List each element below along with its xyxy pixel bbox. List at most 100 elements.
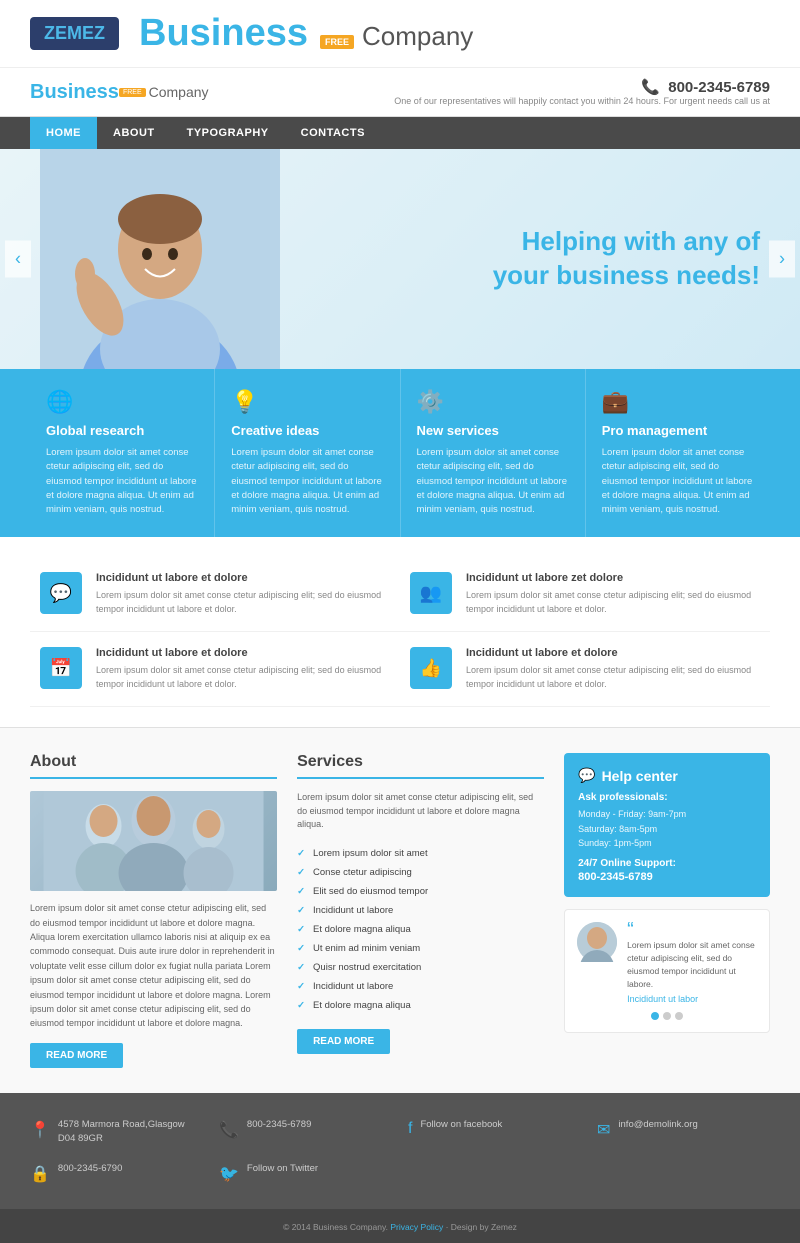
hero-person-image <box>40 149 280 369</box>
testimonial-dots <box>577 1012 757 1020</box>
footer-phone2: 800-2345-6790 <box>58 1162 122 1176</box>
help-subtitle: Ask professionals: <box>578 792 756 803</box>
feature-text-4: Lorem ipsum dolor sit amet conse ctetur … <box>602 446 754 517</box>
services-read-more-button[interactable]: READ MORE <box>297 1029 390 1054</box>
list-item: Et dolore magna aliqua <box>297 920 544 939</box>
feature-title-4: Pro management <box>602 423 754 438</box>
list-item: Et dolore magna aliqua <box>297 996 544 1015</box>
about-image <box>30 791 277 891</box>
list-item: Lorem ipsum dolor sit amet <box>297 844 544 863</box>
help-support-title: 24/7 Online Support: <box>578 858 756 869</box>
thumbsup-icon: 👍 <box>410 647 452 689</box>
hero-section: ‹ Helping with any ofyour business needs… <box>0 149 800 369</box>
nav-home[interactable]: HOME <box>30 117 97 149</box>
service-title-4: Incididunt ut labore et dolore <box>466 647 760 659</box>
footer-twitter-item[interactable]: 🐦 Follow on Twitter <box>219 1162 392 1184</box>
service-title-1: Incididunt ut labore et dolore <box>96 572 390 584</box>
main-content-section: About Lorem ipsum dolor sit amet conse c… <box>0 728 800 1093</box>
service-content-3: Incididunt ut labore et dolore Lorem ips… <box>96 647 390 691</box>
feature-text-3: Lorem ipsum dolor sit amet conse ctetur … <box>417 446 569 517</box>
about-text: Lorem ipsum dolor sit amet conse ctetur … <box>30 901 277 1031</box>
footer-email: info@demolink.org <box>618 1118 697 1132</box>
nav-typography[interactable]: TYPOGRAPHY <box>171 117 285 149</box>
feature-global-research: 🌐 Global research Lorem ipsum dolor sit … <box>30 369 215 537</box>
service-content-4: Incididunt ut labore et dolore Lorem ips… <box>466 647 760 691</box>
about-column: About Lorem ipsum dolor sit amet conse c… <box>30 753 297 1068</box>
footer-twitter: Follow on Twitter <box>247 1162 318 1176</box>
about-read-more-button[interactable]: READ MORE <box>30 1043 123 1068</box>
globe-icon: 🌐 <box>46 389 198 415</box>
testimonial-link[interactable]: Incididunt ut labor <box>627 994 757 1004</box>
header-logo: Business FREE Company <box>30 81 209 104</box>
list-item: Incididunt ut labore <box>297 977 544 996</box>
testimonial-avatar <box>577 922 617 962</box>
zemez-logo[interactable]: ZEMEZ <box>30 17 119 50</box>
help-center-card: 💬 Help center Ask professionals: Monday … <box>564 753 770 897</box>
footer-phone-icon-1: 📞 <box>219 1120 239 1140</box>
gear-icon: ⚙️ <box>417 389 569 415</box>
footer-copyright: © 2014 Business Company. Privacy Policy … <box>283 1222 517 1232</box>
facebook-icon: f <box>408 1120 412 1138</box>
list-item: Ut enim ad minim veniam <box>297 939 544 958</box>
dot-1[interactable] <box>651 1012 659 1020</box>
header-tagline: One of our representatives will happily … <box>394 96 770 106</box>
footer-grid: 📍 4578 Marmora Road,Glasgow D04 89GR 📞 8… <box>30 1118 770 1185</box>
service-item-2: 👥 Incididunt ut labore zet dolore Lorem … <box>400 557 770 632</box>
service-item-4: 👍 Incididunt ut labore et dolore Lorem i… <box>400 632 770 707</box>
phone-icon: 📞 <box>641 79 660 96</box>
about-title: About <box>30 753 277 779</box>
bulb-icon: 💡 <box>231 389 383 415</box>
features-section: 🌐 Global research Lorem ipsum dolor sit … <box>0 369 800 537</box>
testimonial-text: Lorem ipsum dolor sit amet conse ctetur … <box>627 939 757 990</box>
header-phone: 📞 800-2345-6789 <box>394 78 770 96</box>
service-item-3: 📅 Incididunt ut labore et dolore Lorem i… <box>30 632 400 707</box>
chat-bubble-icon: 💬 <box>578 767 595 784</box>
footer-facebook: Follow on facebook <box>420 1118 502 1132</box>
header-free-badge: FREE <box>119 88 146 97</box>
footer-address-item: 📍 4578 Marmora Road,Glasgow D04 89GR <box>30 1118 203 1147</box>
services-intro: Lorem ipsum dolor sit amet conse ctetur … <box>297 791 544 832</box>
main-nav: HOME ABOUT TYPOGRAPHY CONTACTS <box>0 117 800 149</box>
service-text-4: Lorem ipsum dolor sit amet conse ctetur … <box>466 664 760 691</box>
service-text-3: Lorem ipsum dolor sit amet conse ctetur … <box>96 664 390 691</box>
service-icons-section: 💬 Incididunt ut labore et dolore Lorem i… <box>0 537 800 727</box>
dot-2[interactable] <box>663 1012 671 1020</box>
services-list: Lorem ipsum dolor sit amet Conse ctetur … <box>297 844 544 1015</box>
feature-title-2: Creative ideas <box>231 423 383 438</box>
footer-bottom: © 2014 Business Company. Privacy Policy … <box>0 1209 800 1243</box>
nav-contacts[interactable]: CONTACTS <box>285 117 381 149</box>
help-center-title: 💬 Help center <box>578 767 756 784</box>
services-title: Services <box>297 753 544 779</box>
hero-next-button[interactable]: › <box>769 241 795 278</box>
feature-title-1: Global research <box>46 423 198 438</box>
zemez-logo-text: ZEMEZ <box>44 23 105 43</box>
header-logo-text: Business <box>30 81 119 104</box>
service-title-2: Incididunt ut labore zet dolore <box>466 572 760 584</box>
feature-creative-ideas: 💡 Creative ideas Lorem ipsum dolor sit a… <box>215 369 400 537</box>
feature-pro-management: 💼 Pro management Lorem ipsum dolor sit a… <box>586 369 770 537</box>
help-hours: Monday - Friday: 9am-7pmSaturday: 8am-5p… <box>578 807 756 850</box>
calendar-icon: 📅 <box>40 647 82 689</box>
footer-phone-icon-2: 🔒 <box>30 1164 50 1184</box>
hero-prev-button[interactable]: ‹ <box>5 241 31 278</box>
footer-facebook-item[interactable]: f Follow on facebook <box>408 1118 581 1147</box>
testimonial-content: “ Lorem ipsum dolor sit amet conse ctetu… <box>577 922 757 1004</box>
footer-main: 📍 4578 Marmora Road,Glasgow D04 89GR 📞 8… <box>0 1093 800 1210</box>
service-title-3: Incididunt ut labore et dolore <box>96 647 390 659</box>
feature-new-services: ⚙️ New services Lorem ipsum dolor sit am… <box>401 369 586 537</box>
brand-company: Company <box>362 21 473 52</box>
service-text-1: Lorem ipsum dolor sit amet conse ctetur … <box>96 589 390 616</box>
list-item: Elit sed do eiusmod tempor <box>297 882 544 901</box>
service-text-2: Lorem ipsum dolor sit amet conse ctetur … <box>466 589 760 616</box>
feature-text-2: Lorem ipsum dolor sit amet conse ctetur … <box>231 446 383 517</box>
services-column: Services Lorem ipsum dolor sit amet cons… <box>297 753 564 1068</box>
feature-title-3: New services <box>417 423 569 438</box>
service-content-2: Incididunt ut labore zet dolore Lorem ip… <box>466 572 760 616</box>
privacy-policy-link[interactable]: Privacy Policy <box>390 1222 443 1232</box>
list-item: Conse ctetur adipiscing <box>297 863 544 882</box>
nav-about[interactable]: ABOUT <box>97 117 171 149</box>
footer-phone2-item: 🔒 800-2345-6790 <box>30 1162 203 1184</box>
header-contact: 📞 800-2345-6789 One of our representativ… <box>394 78 770 106</box>
list-item: Incididunt ut labore <box>297 901 544 920</box>
dot-3[interactable] <box>675 1012 683 1020</box>
